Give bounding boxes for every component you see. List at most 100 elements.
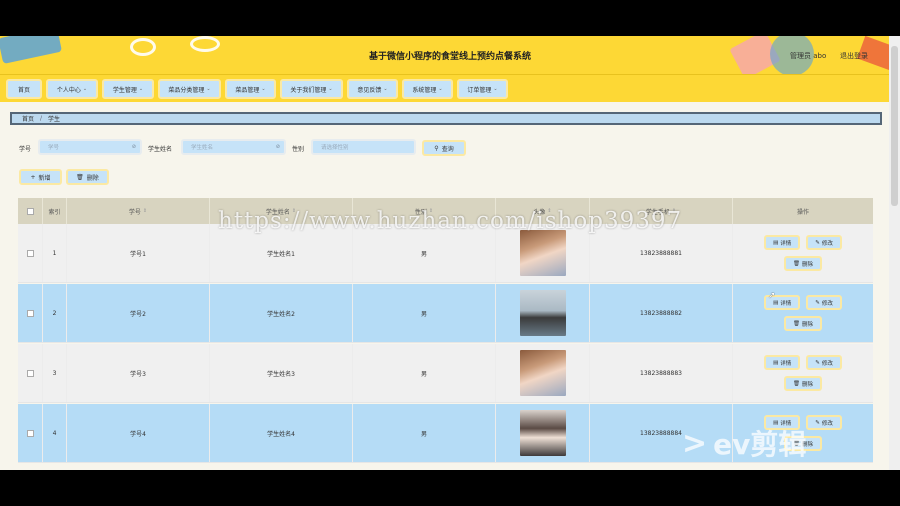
student-no-input[interactable]: 学号 ⊘ [38,139,142,155]
cell-index: 2 [43,284,67,342]
edit-icon: ✎ [815,239,820,246]
avatar[interactable] [519,230,566,276]
cell-student-name: 学生姓名3 [210,344,353,402]
nav-item-feedback[interactable]: 意见反馈 ⌄ [347,79,398,99]
avatar[interactable] [519,290,566,336]
cell-student-no: 学号4 [67,404,210,462]
column-header-actions: 操作 [733,198,873,224]
plus-icon: + [30,173,36,181]
cell-student-name: 学生姓名4 [210,404,353,462]
row-delete-button-label: 删除 [801,261,813,268]
cell-index: 4 [43,404,67,462]
row-delete-button-label: 删除 [801,381,813,388]
nav-item-profile[interactable]: 个人中心 ⌄ [46,79,98,99]
nav-label: 菜品分类管理 [168,86,205,94]
sort-icon: ⇕ [142,208,148,214]
chevron-down-icon: ⌄ [383,86,388,92]
mouse-cursor-icon: ➚ [768,291,776,301]
nav-label: 个人中心 [56,86,81,94]
clear-icon: ⊘ [275,144,280,150]
row-delete-button[interactable]: 🗑 删除 [784,256,822,271]
nav-item-dish-categories[interactable]: 菜品分类管理 ⌄ [158,79,221,99]
cell-actions: ▤ 详情 ✎ 修改 🗑 删除 [733,224,873,282]
breadcrumb-current: 学生 [48,116,61,123]
row-checkbox[interactable] [26,429,34,437]
cell-actions: ▤ 详情 ✎ 修改 🗑 删除 [733,284,873,342]
detail-icon: ▤ [773,239,779,246]
table-row[interactable]: 3 学号3 学生姓名3 男 13823888883 ▤ 详情 ✎ 修改 🗑 删除 [18,344,873,403]
student-no-label: 学号 [19,146,32,153]
avatar[interactable] [519,410,566,456]
column-label: 索引 [48,208,61,216]
gender-select[interactable]: 请选择性别 [311,139,416,155]
site-title: 基于微信小程序的食堂线上预约点餐系统 [368,52,531,62]
column-header-student-no[interactable]: 学号 ⇕ [67,198,210,224]
checkbox-cell [18,344,43,402]
nav-item-orders[interactable]: 订单管理 ⌄ [457,79,508,99]
edit-button-label: 修改 [821,300,833,307]
scrollbar-thumb[interactable] [891,46,898,206]
add-button[interactable]: + 新增 [19,169,62,185]
row-checkbox[interactable] [26,309,34,317]
play-arrow-icon: > [682,425,708,461]
nav-label: 订单管理 [467,86,492,94]
row-delete-button[interactable]: 🗑 删除 [784,376,822,391]
letterbox-bottom [0,470,900,506]
nav-item-students[interactable]: 学生管理 ⌄ [102,79,154,99]
page-scrollbar[interactable] [889,36,900,470]
column-header-index: 索引 [43,198,67,224]
checkbox-cell [18,404,43,462]
row-actions-top: ▤ 详情 ✎ 修改 [764,235,842,250]
nav-item-system[interactable]: 系统管理 ⌄ [402,79,453,99]
nav-label: 菜品管理 [235,86,260,94]
trash-icon: 🗑 [76,173,84,181]
edit-button-label: 修改 [821,240,833,247]
edit-button[interactable]: ✎ 修改 [806,355,842,370]
chevron-down-icon: ⌄ [82,86,88,92]
detail-button-label: 详情 [780,240,792,247]
cell-student-no: 学号3 [67,344,210,402]
row-actions-top: ▤ 详情 ✎ 修改 [764,355,842,370]
detail-button[interactable]: ▤ 详情 [764,355,801,370]
edit-icon: ✎ [815,299,820,306]
trash-icon: 🗑 [793,260,800,267]
gender-label: 性别 [292,146,305,153]
row-checkbox[interactable] [26,249,34,257]
top-nav: 首页 个人中心 ⌄ 学生管理 ⌄ 菜品分类管理 ⌄ 菜品管理 ⌄ 关于我们管理 ⌄ 意见反… [0,74,900,102]
column-label: 学号 [128,208,141,216]
edit-button[interactable]: ✎ 修改 [806,295,842,310]
avatar[interactable] [519,350,566,396]
cell-gender: 男 [353,344,496,402]
trash-icon: 🗑 [793,320,800,327]
row-checkbox[interactable] [26,369,34,377]
nav-item-about-us[interactable]: 关于我们管理 ⌄ [280,79,343,99]
edit-icon: ✎ [815,359,820,366]
app-frame: 基于微信小程序的食堂线上预约点餐系统 管理员 abo 退出登录 首页 个人中心 ⌄… [0,36,900,470]
cell-index: 1 [43,224,67,282]
add-button-label: 新增 [38,174,51,182]
delete-button[interactable]: 🗑 删除 [66,169,109,185]
select-all-checkbox[interactable] [26,207,34,215]
cell-avatar [496,284,590,342]
watermark-text: https://www.huzhan.com/ishop39397 [218,208,683,234]
ev-brand-text: ev剪辑 [713,428,807,461]
detail-button[interactable]: ▤ 详情 [764,235,801,250]
chevron-down-icon: ⌄ [138,86,144,92]
row-delete-button[interactable]: 🗑 删除 [784,316,822,331]
letterbox-top [0,0,900,36]
logout-link[interactable]: 退出登录 [840,51,868,61]
student-name-placeholder: 学生姓名 [191,145,214,151]
detail-icon: ▤ [773,359,779,366]
breadcrumb-separator: / [40,115,43,122]
table-row[interactable]: 2 学号2 学生姓名2 男 13823888882 ▤ 详情 ✎ 修改 🗑 删除 [18,284,873,343]
query-button[interactable]: ⚲ 查询 [422,140,466,156]
header: 基于微信小程序的食堂线上预约点餐系统 管理员 abo 退出登录 [0,36,900,74]
cell-student-name: 学生姓名2 [210,284,353,342]
nav-item-home[interactable]: 首页 [6,79,42,99]
nav-item-dishes[interactable]: 菜品管理 ⌄ [225,79,276,99]
student-name-input[interactable]: 学生姓名 ⊘ [181,139,286,155]
breadcrumb-home[interactable]: 首页 [22,114,34,123]
nav-label: 系统管理 [412,86,437,94]
nav-label: 关于我们管理 [290,86,327,94]
edit-button[interactable]: ✎ 修改 [806,235,842,250]
